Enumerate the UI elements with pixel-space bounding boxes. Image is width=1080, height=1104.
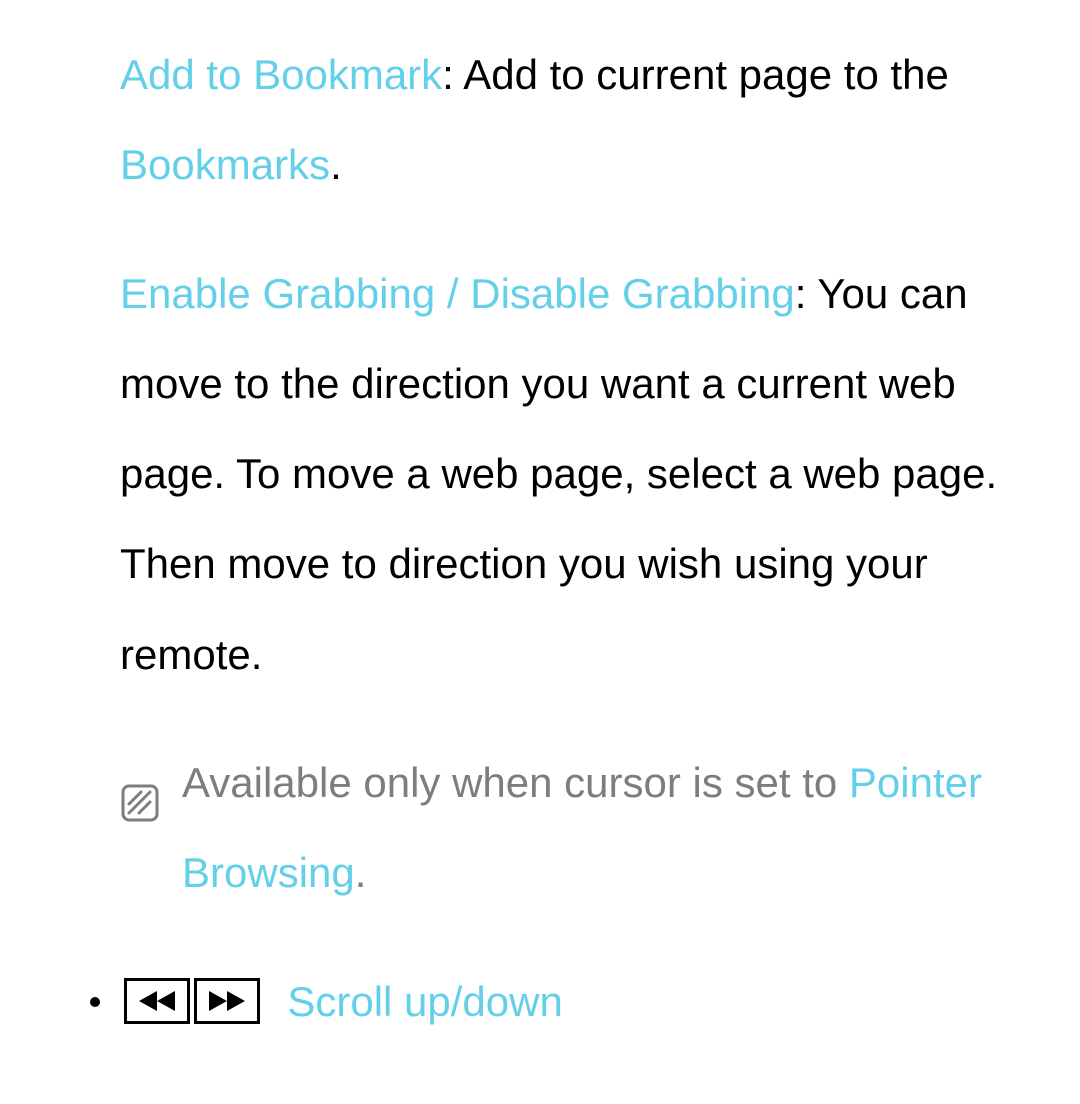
note-icon [120, 764, 160, 854]
link-add-to-bookmark: Add to Bookmark [120, 51, 442, 98]
bullet-body: Scroll up/down You can scroll the page u… [124, 957, 1050, 1104]
note-row: Available only when cursor is set to Poi… [120, 738, 1050, 919]
note-text: Available only when cursor is set to Poi… [182, 738, 1050, 919]
text: : You can move to the direction you want… [120, 270, 997, 678]
paragraph-add-bookmark: Add to Bookmark: Add to current page to … [120, 30, 1050, 211]
text: : Add to current page to the [442, 51, 949, 98]
bullet-icon [90, 997, 100, 1007]
rewind-key-icon [124, 978, 190, 1024]
text: You can scroll the page up or down. [124, 1098, 790, 1104]
paragraph-grabbing: Enable Grabbing / Disable Grabbing: You … [120, 249, 1050, 700]
text: Available only when cursor is set to [182, 759, 849, 806]
link-enable-disable-grabbing: Enable Grabbing / Disable Grabbing [120, 270, 795, 317]
link-scroll-up-down: Scroll up/down [287, 978, 562, 1025]
document-page: Add to Bookmark: Add to current page to … [0, 0, 1080, 1104]
bullet-row-scroll: Scroll up/down You can scroll the page u… [90, 957, 1050, 1104]
fast-forward-key-icon [194, 978, 260, 1024]
text: . [330, 141, 342, 188]
paragraph-scroll-desc: You can scroll the page up or down. [124, 1077, 1050, 1104]
link-bookmarks: Bookmarks [120, 141, 330, 188]
text: . [355, 849, 367, 896]
